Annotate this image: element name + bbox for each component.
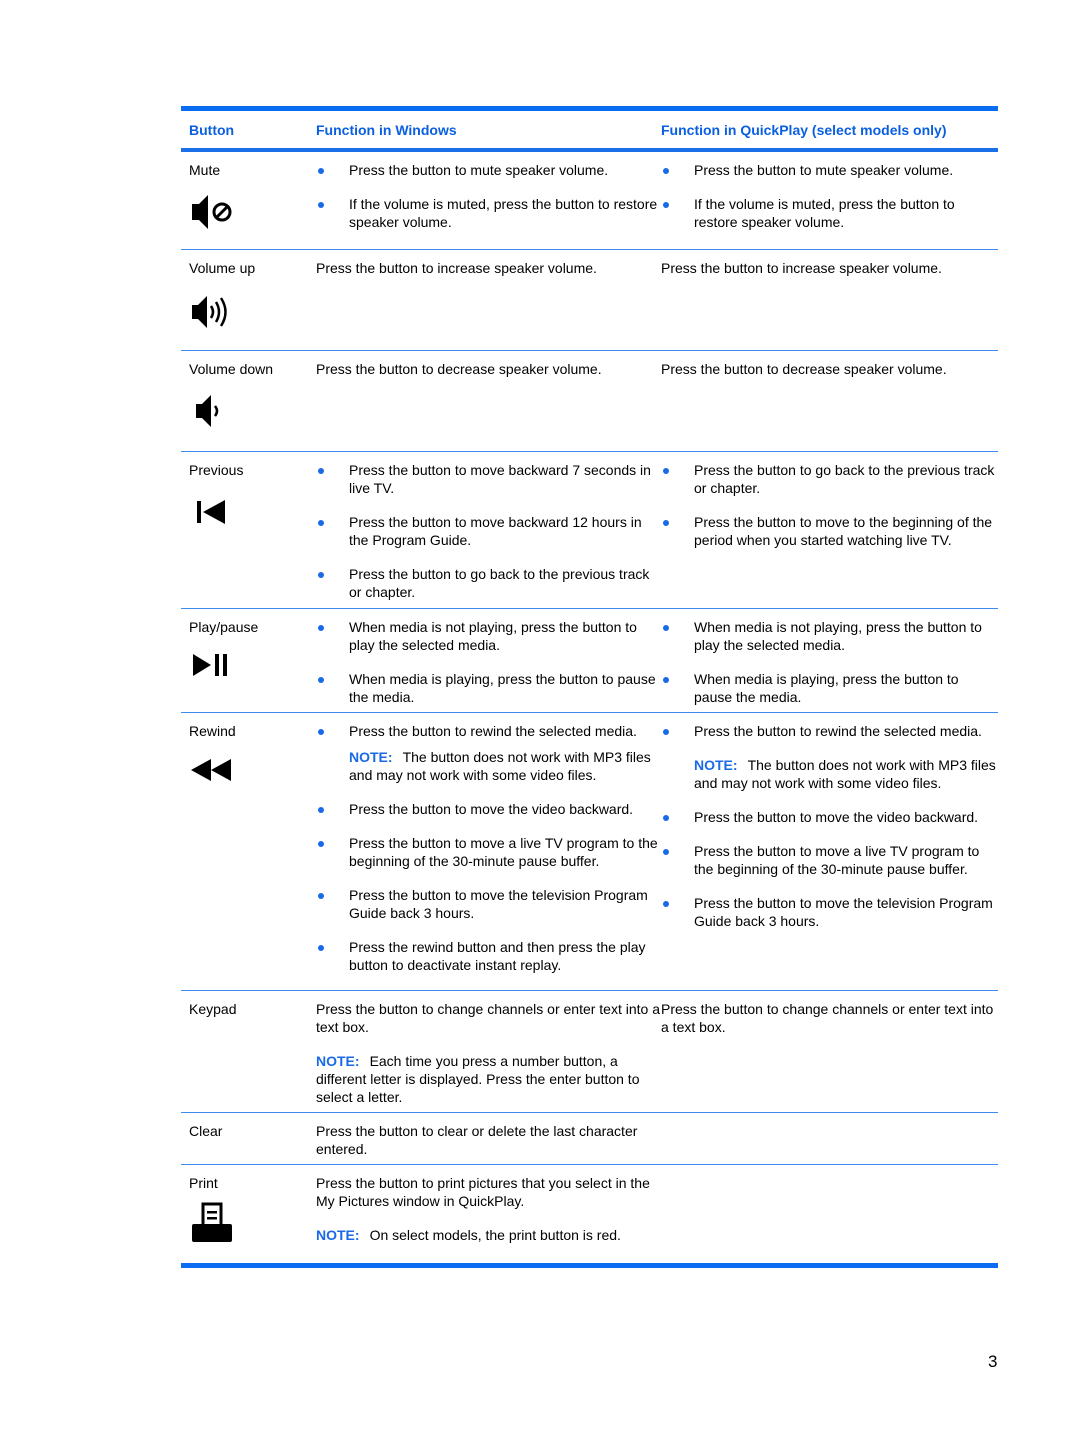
rewind-icon (189, 756, 316, 787)
windows-function: Press the button to increase speaker vol… (316, 260, 597, 276)
row-label: Previous (189, 462, 244, 478)
list-item: Press the button to mute speaker volume. (316, 161, 661, 179)
table-bottom-rule (181, 1263, 998, 1268)
note: NOTE: The button does not work with MP3 f… (349, 749, 651, 783)
button-function-table: Button Function in Windows Function in Q… (181, 106, 998, 1268)
row-label: Mute (189, 162, 221, 178)
previous-icon (189, 497, 316, 530)
list-item: Press the button to move backward 12 hou… (316, 513, 661, 549)
note: NOTE: The button does not work with MP3 f… (694, 757, 996, 791)
row-label: Rewind (189, 723, 236, 739)
table-row-keypad: Keypad Press the button to change channe… (181, 991, 998, 1112)
list-item: Press the button to move a live TV progr… (661, 842, 998, 878)
list-item: Press the button to move the video backw… (661, 808, 998, 826)
header-quickplay: Function in QuickPlay (select models onl… (661, 121, 947, 138)
table-row-volume-down: Volume down Press the button to decrease… (181, 351, 998, 451)
table-row-mute: Mute Press the button to mute speaker vo… (181, 152, 998, 249)
row-label: Volume up (189, 260, 256, 276)
play-pause-icon (189, 652, 316, 681)
list-item: If the volume is muted, press the button… (316, 195, 661, 231)
list-item: Press the button to move backward 7 seco… (316, 461, 661, 497)
header-windows: Function in Windows (316, 121, 457, 138)
note: NOTE: Each time you press a number button… (316, 1053, 640, 1105)
volume-up-icon (189, 293, 316, 334)
windows-function: Press the button to decrease speaker vol… (316, 361, 602, 377)
list-item: Press the button to go back to the previ… (661, 461, 998, 497)
note: NOTE: On select models, the print button … (316, 1227, 621, 1243)
list-item: When media is not playing, press the but… (316, 618, 661, 654)
quickplay-function: Press the button to increase speaker vol… (661, 260, 942, 276)
table-header-row: Button Function in Windows Function in Q… (181, 111, 998, 148)
windows-function: Press the button to print pictures that … (316, 1175, 650, 1209)
list-item: Press the button to go back to the previ… (316, 565, 661, 601)
windows-function: Press the button to change channels or e… (316, 1001, 660, 1035)
table-row-volume-up: Volume up Press the button to increase s… (181, 250, 998, 350)
table-row-print: Print Press the button to print pictures… (181, 1165, 998, 1263)
list-item: Press the button to move to the beginnin… (661, 513, 998, 549)
list-item: Press the button to move a live TV progr… (316, 834, 661, 870)
list-item: When media is not playing, press the but… (661, 618, 998, 654)
row-label: Volume down (189, 361, 274, 377)
list-item: When media is playing, press the button … (661, 670, 998, 706)
list-item: When media is playing, press the button … (316, 670, 661, 706)
list-item: Press the button to rewind the selected … (661, 722, 998, 740)
row-label: Clear (189, 1123, 223, 1139)
print-icon (189, 1202, 316, 1249)
list-item: Press the rewind button and then press t… (316, 938, 661, 974)
table-row-previous: Previous Press the button to move backwa… (181, 452, 998, 608)
volume-down-icon (189, 392, 316, 433)
quickplay-function: Press the button to decrease speaker vol… (661, 361, 947, 377)
mute-icon (189, 193, 316, 234)
table-row-rewind: Rewind Press the button to rewind the se… (181, 713, 998, 990)
list-item: Press the button to rewind the selected … (316, 722, 661, 740)
quickplay-function: Press the button to change channels or e… (661, 1001, 994, 1035)
table-row-play-pause: Play/pause When media is not playing, pr… (181, 609, 998, 712)
windows-function: Press the button to clear or delete the … (316, 1123, 638, 1157)
page-number: 3 (988, 1352, 998, 1371)
list-item: If the volume is muted, press the button… (661, 195, 998, 231)
row-label: Keypad (189, 1001, 237, 1017)
row-label: Print (189, 1175, 218, 1191)
list-item: Press the button to move the video backw… (316, 800, 661, 818)
table-row-clear: Clear Press the button to clear or delet… (181, 1113, 998, 1164)
header-button: Button (189, 121, 235, 138)
list-item: Press the button to move the television … (316, 886, 661, 922)
list-item: Press the button to mute speaker volume. (661, 161, 998, 179)
list-item: Press the button to move the television … (661, 894, 998, 930)
row-label: Play/pause (189, 619, 259, 635)
